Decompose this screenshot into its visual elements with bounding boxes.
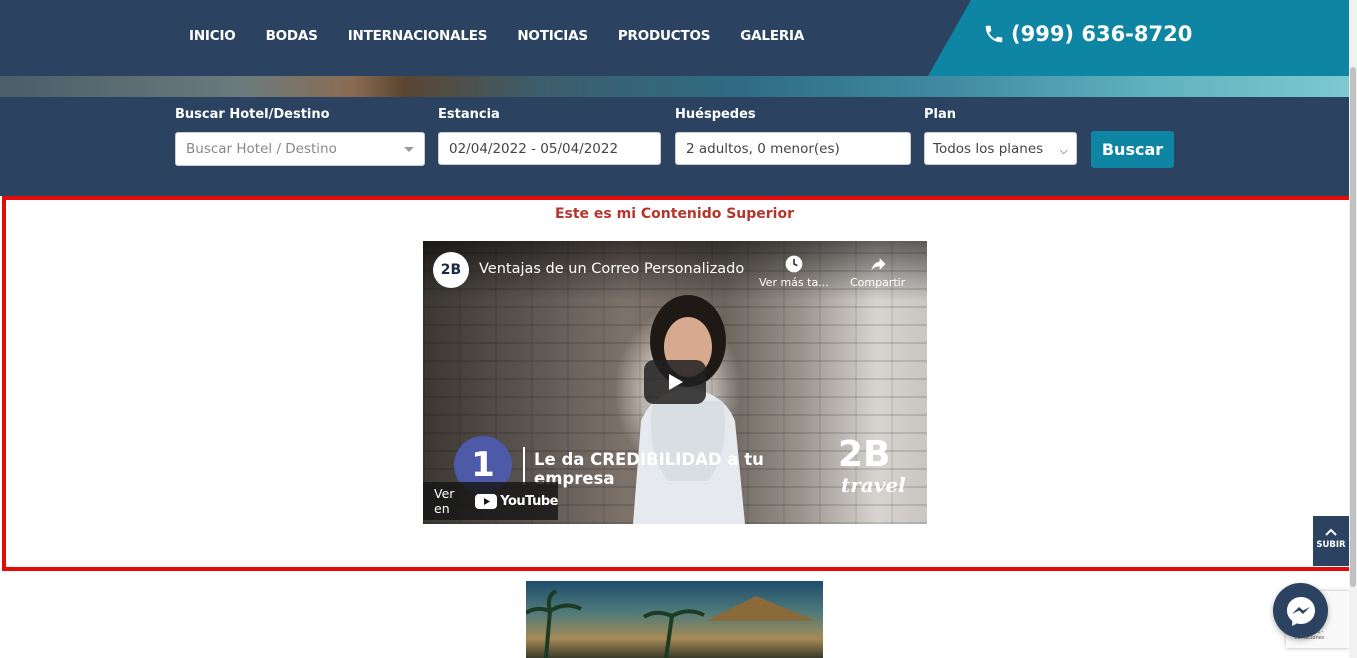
clock-icon	[785, 255, 803, 273]
huespedes-field[interactable]: 2 adultos, 0 menor(es)	[675, 132, 911, 165]
subir-label: SUBIR	[1316, 540, 1346, 550]
scrollbar[interactable]	[1349, 0, 1357, 658]
plan-value: Todos los planes	[933, 140, 1044, 157]
messenger-button[interactable]	[1273, 583, 1328, 638]
huespedes-label: Huéspedes	[675, 107, 756, 122]
youtube-embed[interactable]: 2B Ventajas de un Correo Personalizado V…	[423, 241, 927, 524]
estancia-label: Estancia	[438, 107, 500, 122]
destino-placeholder: Buscar Hotel / Destino	[186, 141, 337, 157]
nav-galeria[interactable]: GALERIA	[740, 28, 804, 44]
scrollbar-thumb[interactable]	[1350, 67, 1356, 587]
content-title: Este es mi Contenido Superior	[554, 206, 795, 222]
phone-icon	[985, 25, 1003, 43]
estancia-value: 02/04/2022 - 05/04/2022	[449, 140, 619, 157]
messenger-icon	[1286, 596, 1315, 626]
video-title[interactable]: Ventajas de un Correo Personalizado	[479, 261, 744, 277]
watch-later-label: Ver más ta...	[759, 276, 829, 289]
main-nav: INICIO BODAS INTERNACIONALES NOTICIAS PR…	[189, 28, 834, 44]
youtube-wordmark: YouTube	[500, 493, 558, 509]
hero-image-strip	[0, 76, 1349, 97]
youtube-icon	[475, 493, 498, 509]
channel-logo[interactable]: 2B	[433, 252, 469, 288]
watch-later-button[interactable]: Ver más ta...	[759, 254, 829, 289]
buscar-button[interactable]: Buscar	[1091, 131, 1174, 168]
share-button[interactable]: Compartir	[850, 254, 905, 289]
plan-label: Plan	[924, 107, 957, 122]
top-navbar: INICIO BODAS INTERNACIONALES NOTICIAS PR…	[0, 0, 1349, 76]
palm-trees-illustration	[526, 589, 816, 658]
nav-inicio[interactable]: INICIO	[189, 28, 236, 44]
phone-link[interactable]: (999) 636-8720	[983, 22, 1192, 46]
play-icon	[669, 374, 683, 390]
nav-productos[interactable]: PRODUCTOS	[618, 28, 711, 44]
huespedes-value: 2 adultos, 0 menor(es)	[686, 140, 840, 157]
chevron-up-icon	[1325, 528, 1337, 536]
video-caption: Le da CREDIBILIDAD a tu empresa	[534, 450, 764, 488]
scroll-top-button[interactable]: SUBIR	[1313, 516, 1349, 566]
estancia-field[interactable]: 02/04/2022 - 05/04/2022	[438, 132, 661, 165]
brand-logo-sub: travel	[841, 473, 906, 497]
share-label: Compartir	[850, 276, 906, 289]
plan-select[interactable]: Todos los planes ⌵	[924, 132, 1077, 165]
nav-bodas[interactable]: BODAS	[266, 28, 318, 44]
destino-select[interactable]: Buscar Hotel / Destino	[175, 132, 425, 166]
page: INICIO BODAS INTERNACIONALES NOTICIAS PR…	[0, 0, 1357, 658]
resort-image	[526, 581, 823, 658]
youtube-logo: YouTube	[475, 493, 558, 509]
nav-internacionales[interactable]: INTERNACIONALES	[348, 28, 488, 44]
destino-label: Buscar Hotel/Destino	[175, 107, 330, 122]
brand-logo: 2B	[838, 434, 891, 475]
search-bar: Buscar Hotel/Destino Buscar Hotel / Dest…	[0, 97, 1349, 196]
watch-on-label: Ver en	[434, 486, 455, 516]
caption-divider	[523, 447, 525, 485]
watch-on-youtube-button[interactable]: Ver en YouTube	[423, 482, 558, 520]
chevron-down-icon: ⌵	[1059, 144, 1068, 157]
share-icon	[870, 258, 886, 271]
nav-noticias[interactable]: NOTICIAS	[517, 28, 588, 44]
phone-number: (999) 636-8720	[1011, 22, 1193, 46]
caret-down-icon	[404, 147, 414, 152]
play-button[interactable]	[644, 360, 706, 404]
